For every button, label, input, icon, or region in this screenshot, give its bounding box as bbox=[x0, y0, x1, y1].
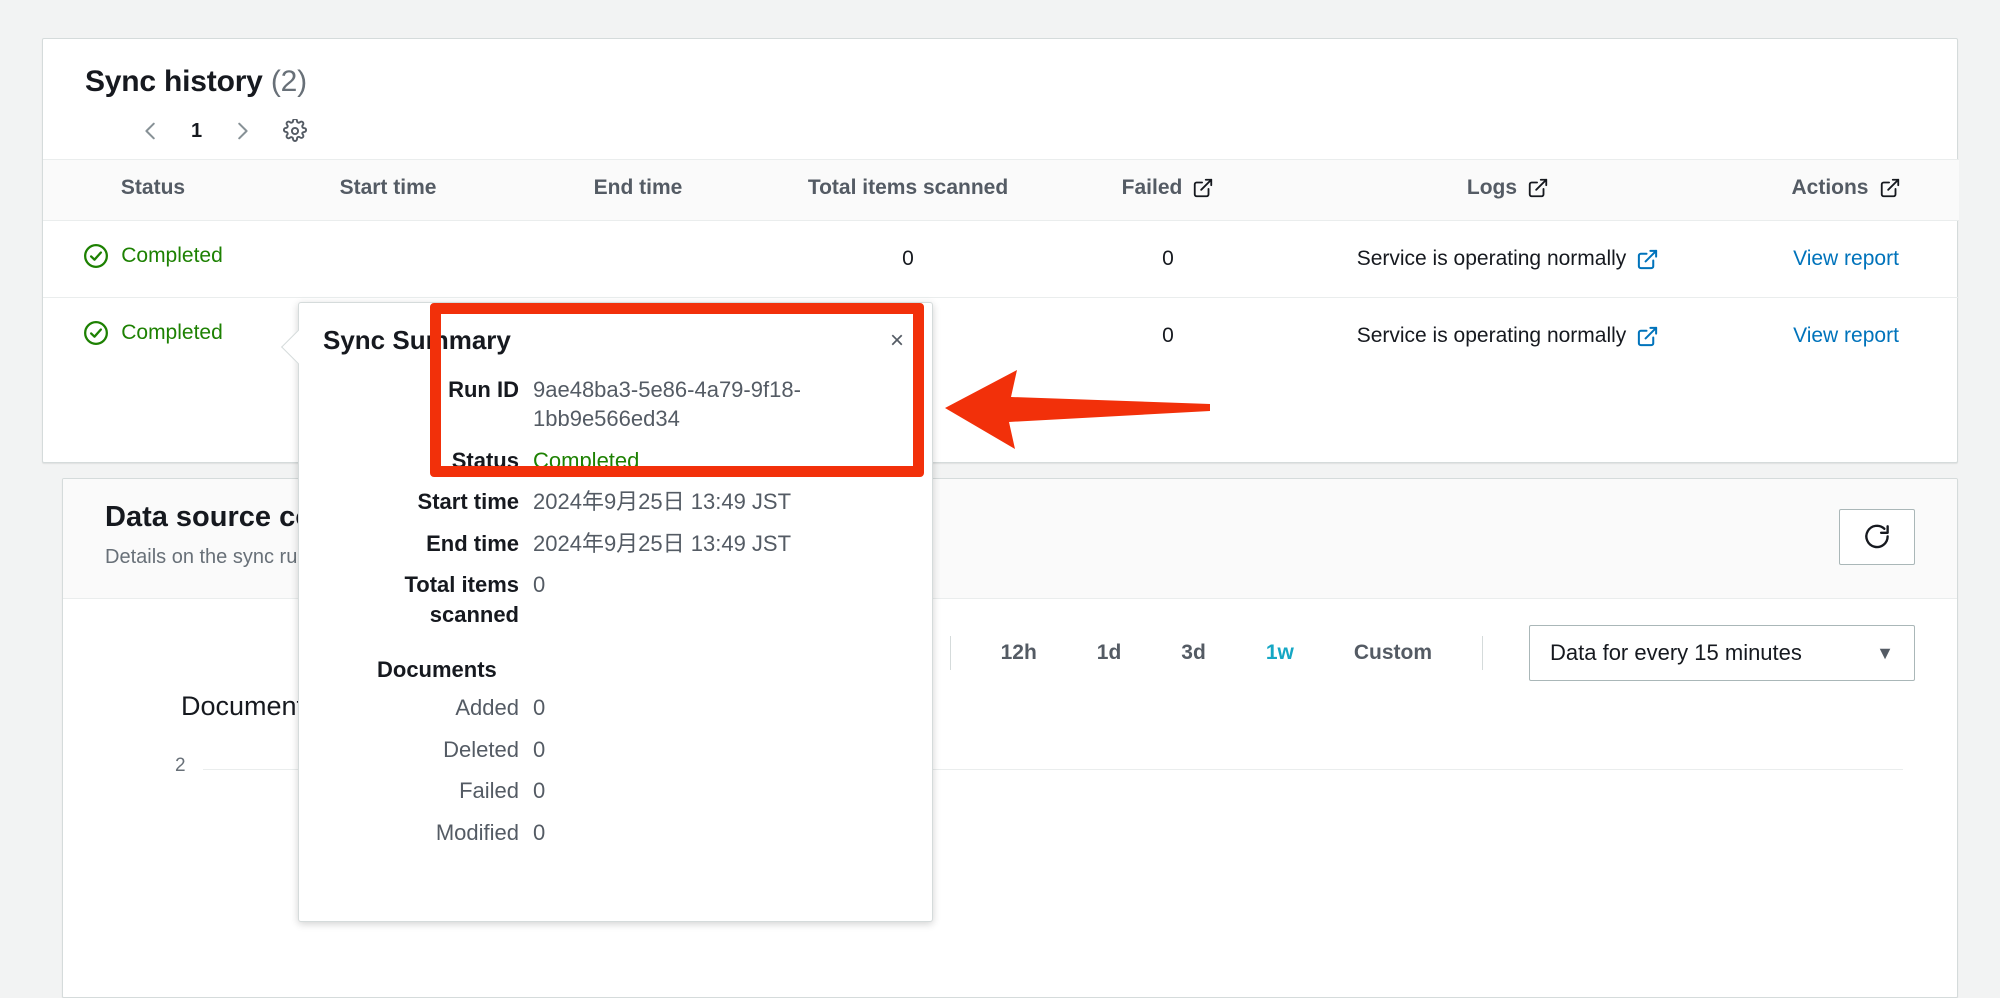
chart-y-axis-tick: 2 bbox=[175, 755, 186, 776]
logs-status-text: Service is operating normally bbox=[1356, 247, 1627, 270]
external-link-icon[interactable] bbox=[1636, 248, 1659, 271]
popover-field-end-time: End time 2024年9月25日 13:49 JST bbox=[323, 529, 908, 558]
cell-logs: Service is operating normally bbox=[1283, 220, 1733, 298]
chevron-down-icon: ▼ bbox=[1876, 642, 1894, 663]
range-divider bbox=[1482, 636, 1483, 670]
documents-deleted-value: 0 bbox=[533, 736, 546, 762]
refresh-icon bbox=[1865, 524, 1889, 549]
sync-history-count: (2) bbox=[270, 65, 307, 98]
documents-modified-label: Modified bbox=[435, 819, 519, 845]
column-header-total-items-scanned[interactable]: Total items scanned bbox=[763, 159, 1053, 221]
cell-actions: View report bbox=[1733, 220, 1959, 298]
chevron-right-icon bbox=[238, 122, 248, 140]
documents-failed-value: 0 bbox=[533, 778, 546, 804]
documents-section-label: Documents bbox=[377, 657, 497, 683]
popover-field-total-items: Total items scanned 0 bbox=[323, 570, 908, 629]
status-success-icon bbox=[84, 321, 109, 345]
data-interval-select-value: Data for every 15 minutes bbox=[1550, 640, 1802, 665]
popover-field-status: Status Completed bbox=[323, 446, 908, 475]
cell-logs: Service is operating normally bbox=[1283, 298, 1733, 375]
column-header-failed[interactable]: Failed bbox=[1053, 159, 1283, 221]
status-badge: Completed bbox=[121, 321, 223, 344]
gear-icon bbox=[283, 119, 308, 142]
popover-field-start-time: Start time 2024年9月25日 13:49 JST bbox=[323, 487, 908, 516]
pagination-next-button[interactable] bbox=[228, 117, 256, 145]
column-header-actions[interactable]: Actions bbox=[1733, 159, 1959, 221]
run-id-label: Run ID bbox=[448, 377, 519, 402]
end-time-label: End time bbox=[426, 530, 519, 556]
documents-added-label: Added bbox=[455, 695, 519, 721]
cell-actions: View report bbox=[1733, 298, 1959, 375]
logs-status-text: Service is operating normally bbox=[1356, 324, 1627, 347]
table-preferences-button[interactable] bbox=[282, 118, 308, 144]
popover-field-run-id: Run ID 9ae48ba3-5e86-4a79-9f18-1bb9e566e… bbox=[323, 375, 908, 434]
pagination: 1 bbox=[85, 99, 1915, 145]
column-header-actions-label: Actions bbox=[1791, 176, 1869, 199]
documents-deleted-label: Deleted bbox=[443, 736, 519, 762]
column-header-logs-label: Logs bbox=[1466, 176, 1518, 199]
column-header-logs[interactable]: Logs bbox=[1283, 159, 1733, 221]
popover-field-documents-modified: Modified 0 bbox=[323, 818, 908, 847]
sync-history-header: Sync history (2) 1 bbox=[43, 39, 1957, 145]
column-header-start-time-label: Start time bbox=[339, 176, 437, 199]
cell-failed: 0 bbox=[1053, 220, 1283, 298]
start-time-label: Start time bbox=[417, 489, 519, 515]
external-link-icon bbox=[1192, 177, 1214, 199]
column-header-failed-label: Failed bbox=[1121, 176, 1183, 199]
documents-added-value: 0 bbox=[533, 695, 546, 721]
column-header-status-label: Status bbox=[120, 176, 186, 199]
range-option-1w[interactable]: 1w bbox=[1236, 635, 1324, 671]
view-report-link[interactable]: View report bbox=[1793, 324, 1899, 347]
popover-field-documents-deleted: Deleted 0 bbox=[323, 735, 908, 764]
external-link-icon bbox=[1879, 177, 1901, 199]
table-row[interactable]: Completed 0 0 Service is operating norma… bbox=[43, 220, 1959, 298]
column-header-end-time-label: End time bbox=[593, 176, 683, 199]
run-id-value: 9ae48ba3-5e86-4a79-9f18-1bb9e566ed34 bbox=[533, 377, 801, 432]
range-divider bbox=[949, 636, 951, 670]
popover-title: Sync Summary bbox=[323, 325, 511, 355]
chevron-left-icon bbox=[145, 122, 155, 140]
view-report-link[interactable]: View report bbox=[1793, 247, 1899, 270]
cell-total-items-scanned: 0 bbox=[763, 220, 1053, 298]
column-header-total-items-label: Total items scanned bbox=[807, 176, 1009, 199]
table-header-row: Status Start time End time Total items s… bbox=[43, 159, 1959, 221]
end-time-value: 2024年9月25日 13:49 JST bbox=[533, 530, 792, 556]
documents-failed-label: Failed bbox=[459, 778, 519, 804]
total-items-value: 0 bbox=[533, 572, 546, 598]
cell-status: Completed bbox=[43, 298, 263, 375]
documents-modified-value: 0 bbox=[533, 819, 546, 845]
external-link-icon[interactable] bbox=[1636, 325, 1659, 348]
column-header-start-time[interactable]: Start time bbox=[263, 159, 513, 221]
range-option-1d[interactable]: 1d bbox=[1067, 635, 1152, 671]
total-items-label: Total items scanned bbox=[404, 572, 519, 627]
status-label: Status bbox=[451, 447, 519, 473]
status-success-icon bbox=[84, 244, 109, 268]
popover-header: Sync Summary × bbox=[299, 303, 932, 357]
status-badge: Completed bbox=[121, 244, 223, 267]
cell-status: Completed bbox=[43, 220, 263, 298]
sync-history-title-text: Sync history bbox=[85, 65, 263, 98]
cell-start-time bbox=[263, 220, 513, 298]
popover-field-documents-failed: Failed 0 bbox=[323, 776, 908, 805]
data-interval-select[interactable]: Data for every 15 minutes ▼ bbox=[1529, 625, 1915, 681]
status-value: Completed bbox=[533, 447, 640, 473]
external-link-icon bbox=[1527, 177, 1549, 199]
pagination-page-number[interactable]: 1 bbox=[191, 120, 202, 143]
start-time-value: 2024年9月25日 13:49 JST bbox=[533, 489, 792, 515]
page-title: Sync history (2) bbox=[85, 65, 1915, 99]
popover-field-documents-added: Added 0 bbox=[323, 693, 908, 722]
range-option-3d[interactable]: 3d bbox=[1151, 635, 1236, 671]
range-option-custom[interactable]: Custom bbox=[1324, 635, 1462, 671]
close-icon[interactable]: × bbox=[886, 325, 908, 357]
column-header-status[interactable]: Status bbox=[43, 159, 263, 221]
refresh-button[interactable] bbox=[1839, 509, 1915, 565]
cell-failed: 0 bbox=[1162, 324, 1174, 347]
column-header-end-time[interactable]: End time bbox=[513, 159, 763, 221]
sync-summary-popover: Sync Summary × Run ID 9ae48ba3-5e86-4a79… bbox=[281, 302, 933, 922]
cell-end-time bbox=[513, 220, 763, 298]
range-option-12h[interactable]: 12h bbox=[971, 635, 1067, 671]
pagination-prev-button[interactable] bbox=[137, 117, 165, 145]
popover-body: Run ID 9ae48ba3-5e86-4a79-9f18-1bb9e566e… bbox=[299, 357, 932, 847]
